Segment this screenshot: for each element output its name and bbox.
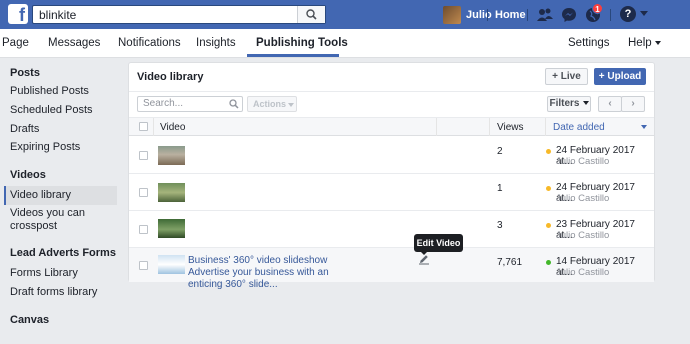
search-box[interactable]: blinkite [32,5,326,24]
active-tab-indicator [247,54,339,57]
status-dot [546,149,551,154]
tab-settings[interactable]: Settings [568,37,610,49]
divider [610,9,611,21]
filters-dropdown[interactable]: Filters [547,96,591,112]
go-live-button[interactable]: + Live [545,68,588,85]
tab-insights[interactable]: Insights [196,37,236,49]
divider [545,118,546,136]
video-library-panel: Video library + Live + Upload Search... … [128,62,655,290]
friend-requests-icon[interactable] [536,6,554,24]
home-link[interactable]: Home [495,9,526,21]
upload-button-label: Upload [607,71,642,82]
row-author: Julio Castillo [556,156,610,167]
row-views: 2 [497,146,503,157]
search-icon [306,9,317,20]
search-icon [229,99,239,109]
sidebar-item-scheduled-posts[interactable]: Scheduled Posts [10,104,93,117]
divider [436,118,437,136]
sidebar-item-published-posts[interactable]: Published Posts [10,85,89,98]
divider [489,118,490,136]
select-all-checkbox[interactable] [139,122,148,131]
video-title-link[interactable]: Business' 360° video slideshow Advertise… [188,255,348,291]
tab-notifications[interactable]: Notifications [118,37,181,49]
row-checkbox[interactable] [139,225,148,234]
edit-video-tooltip: Edit Video [414,234,463,252]
divider [129,91,654,92]
help-menu-label: Help [628,37,652,49]
filters-label: Filters [549,98,580,109]
sidebar-item-draft-forms-library[interactable]: Draft forms library [10,286,97,299]
page-tabs-bar: Page Messages Notifications Insights Pub… [0,29,690,58]
table-row[interactable]: 2 24 February 2017 at... Julio Castillo [129,137,654,174]
panel-title: Video library [137,71,204,83]
chevron-down-icon [582,101,589,106]
divider [487,9,488,21]
avatar [443,6,461,24]
row-checkbox[interactable] [139,188,148,197]
column-header-video[interactable]: Video [160,122,185,133]
chevron-down-icon [288,102,295,107]
divider [527,9,528,21]
sidebar-active-marker [4,186,6,205]
row-checkbox[interactable] [139,151,148,160]
next-page-button[interactable]: › [621,96,645,112]
notification-count-badge: 1 [592,3,603,14]
tab-publishing-tools[interactable]: Publishing Tools [256,37,348,49]
tab-page[interactable]: Page [2,37,29,49]
search-placeholder: Search... [143,98,184,109]
sidebar-item-expiring-posts[interactable]: Expiring Posts [10,141,80,154]
row-author: Julio Castillo [556,230,610,241]
sidebar-heading-videos: Videos [10,169,46,181]
row-views: 7,761 [497,257,523,268]
chevron-down-icon [654,40,661,45]
top-bar: f blinkite Julio Home 1 ? [0,0,690,29]
upload-button[interactable]: + Upload [594,68,646,85]
edit-pencil-icon[interactable] [418,253,430,265]
status-dot [546,260,551,265]
row-author: Julio Castillo [556,193,610,204]
video-thumbnail[interactable] [158,219,185,238]
sidebar-item-video-library[interactable]: Video library [10,189,71,202]
column-header-date-added[interactable]: Date added [553,122,605,133]
row-checkbox[interactable] [139,261,148,270]
column-header-views[interactable]: Views [497,122,524,133]
sidebar-heading-canvas: Canvas [10,314,50,326]
help-icon[interactable]: ? [620,6,636,22]
search-input[interactable]: blinkite [39,8,76,22]
sidebar-heading-posts: Posts [10,67,40,79]
table-row[interactable]: Business' 360° video slideshow Advertise… [129,248,654,290]
row-views: 3 [497,220,503,231]
status-dot [546,223,551,228]
live-button-label: Live [560,71,581,82]
table-row[interactable]: 1 24 February 2017 at... Julio Castillo [129,174,654,211]
table-header: Video Views Date added [129,117,654,136]
divider [153,118,154,136]
video-thumbnail[interactable] [158,183,185,202]
sidebar-item-drafts[interactable]: Drafts [10,123,39,136]
video-thumbnail[interactable] [158,255,185,274]
video-thumbnail[interactable] [158,146,185,165]
sidebar-item-forms-library[interactable]: Forms Library [10,267,78,280]
video-search-input[interactable]: Search... [137,96,243,112]
help-menu[interactable]: Help [628,37,661,49]
sidebar-heading-lead-forms: Lead Adverts Forms [10,247,116,259]
sort-descending-icon[interactable] [641,125,647,129]
actions-label: Actions [253,99,287,109]
sidebar-item-crosspost-videos[interactable]: Videos you can crosspost [10,207,105,233]
actions-dropdown[interactable]: Actions [247,96,297,112]
search-button[interactable] [297,6,325,23]
row-views: 1 [497,183,503,194]
account-menu-chevron-icon[interactable] [640,11,648,16]
profile-link[interactable]: Julio [443,5,492,25]
messenger-icon[interactable] [560,6,578,24]
facebook-logo-icon[interactable]: f [8,4,28,25]
table-row[interactable]: 3 23 February 2017 at... Julio Castillo [129,211,654,248]
tab-messages[interactable]: Messages [48,37,100,49]
row-author: Julio Castillo [556,267,610,278]
previous-page-button[interactable]: ‹ [598,96,622,112]
status-dot [546,186,551,191]
